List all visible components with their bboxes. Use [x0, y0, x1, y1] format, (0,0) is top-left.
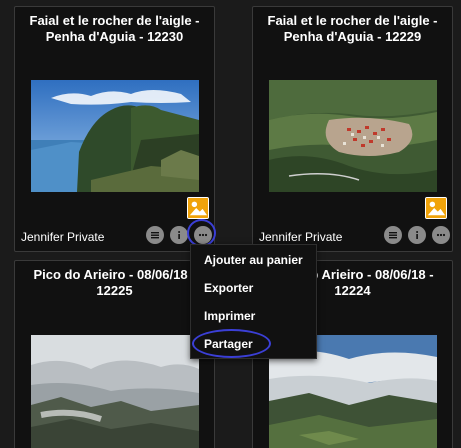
- card-title-line: 12225: [96, 283, 133, 298]
- photo-thumbnail[interactable]: [31, 335, 199, 448]
- photo-card[interactable]: Pico do Arieiro - 08/06/18 - 12225: [14, 260, 215, 448]
- info-button[interactable]: [170, 226, 188, 244]
- info-button[interactable]: [408, 226, 426, 244]
- list-icon: [389, 232, 397, 239]
- card-title-line: Penha d'Aguia - 12230: [45, 29, 184, 44]
- menu-item-add-to-cart[interactable]: Ajouter au panier: [204, 253, 303, 267]
- more-options-button[interactable]: [194, 226, 212, 244]
- more-options-button[interactable]: [432, 226, 450, 244]
- owner-name: Jennifer Private: [259, 230, 343, 244]
- image-icon: [187, 197, 209, 219]
- photo-thumbnail[interactable]: [269, 80, 437, 192]
- photo-card[interactable]: Faial et le rocher de l'aigle - Penha d'…: [14, 6, 215, 252]
- list-button[interactable]: [384, 226, 402, 244]
- card-title: Pico do Arieiro - 08/06/18 - 12225: [15, 267, 214, 299]
- card-title-line: Penha d'Aguia - 12229: [283, 29, 422, 44]
- card-title: Faial et le rocher de l'aigle - Penha d'…: [253, 13, 452, 45]
- menu-item-print[interactable]: Imprimer: [204, 309, 255, 323]
- card-title: Faial et le rocher de l'aigle - Penha d'…: [15, 13, 214, 45]
- more-dots-icon: [198, 233, 208, 237]
- list-icon: [151, 232, 159, 239]
- card-title-line: Faial et le rocher de l'aigle -: [267, 13, 438, 28]
- photo-card[interactable]: Faial et le rocher de l'aigle - Penha d'…: [252, 6, 453, 252]
- image-icon: [425, 197, 447, 219]
- list-button[interactable]: [146, 226, 164, 244]
- menu-item-export[interactable]: Exporter: [204, 281, 253, 295]
- photo-thumbnail[interactable]: [31, 80, 199, 192]
- info-icon: [416, 231, 419, 239]
- owner-name: Jennifer Private: [21, 230, 105, 244]
- context-menu: Ajouter au panier Exporter Imprimer Part…: [190, 244, 317, 359]
- more-dots-icon: [436, 233, 446, 237]
- highlight-ring: [192, 329, 271, 358]
- info-icon: [178, 231, 181, 239]
- card-title-line: Faial et le rocher de l'aigle -: [29, 13, 200, 28]
- card-title-line: Pico do Arieiro - 08/06/18 -: [33, 267, 196, 282]
